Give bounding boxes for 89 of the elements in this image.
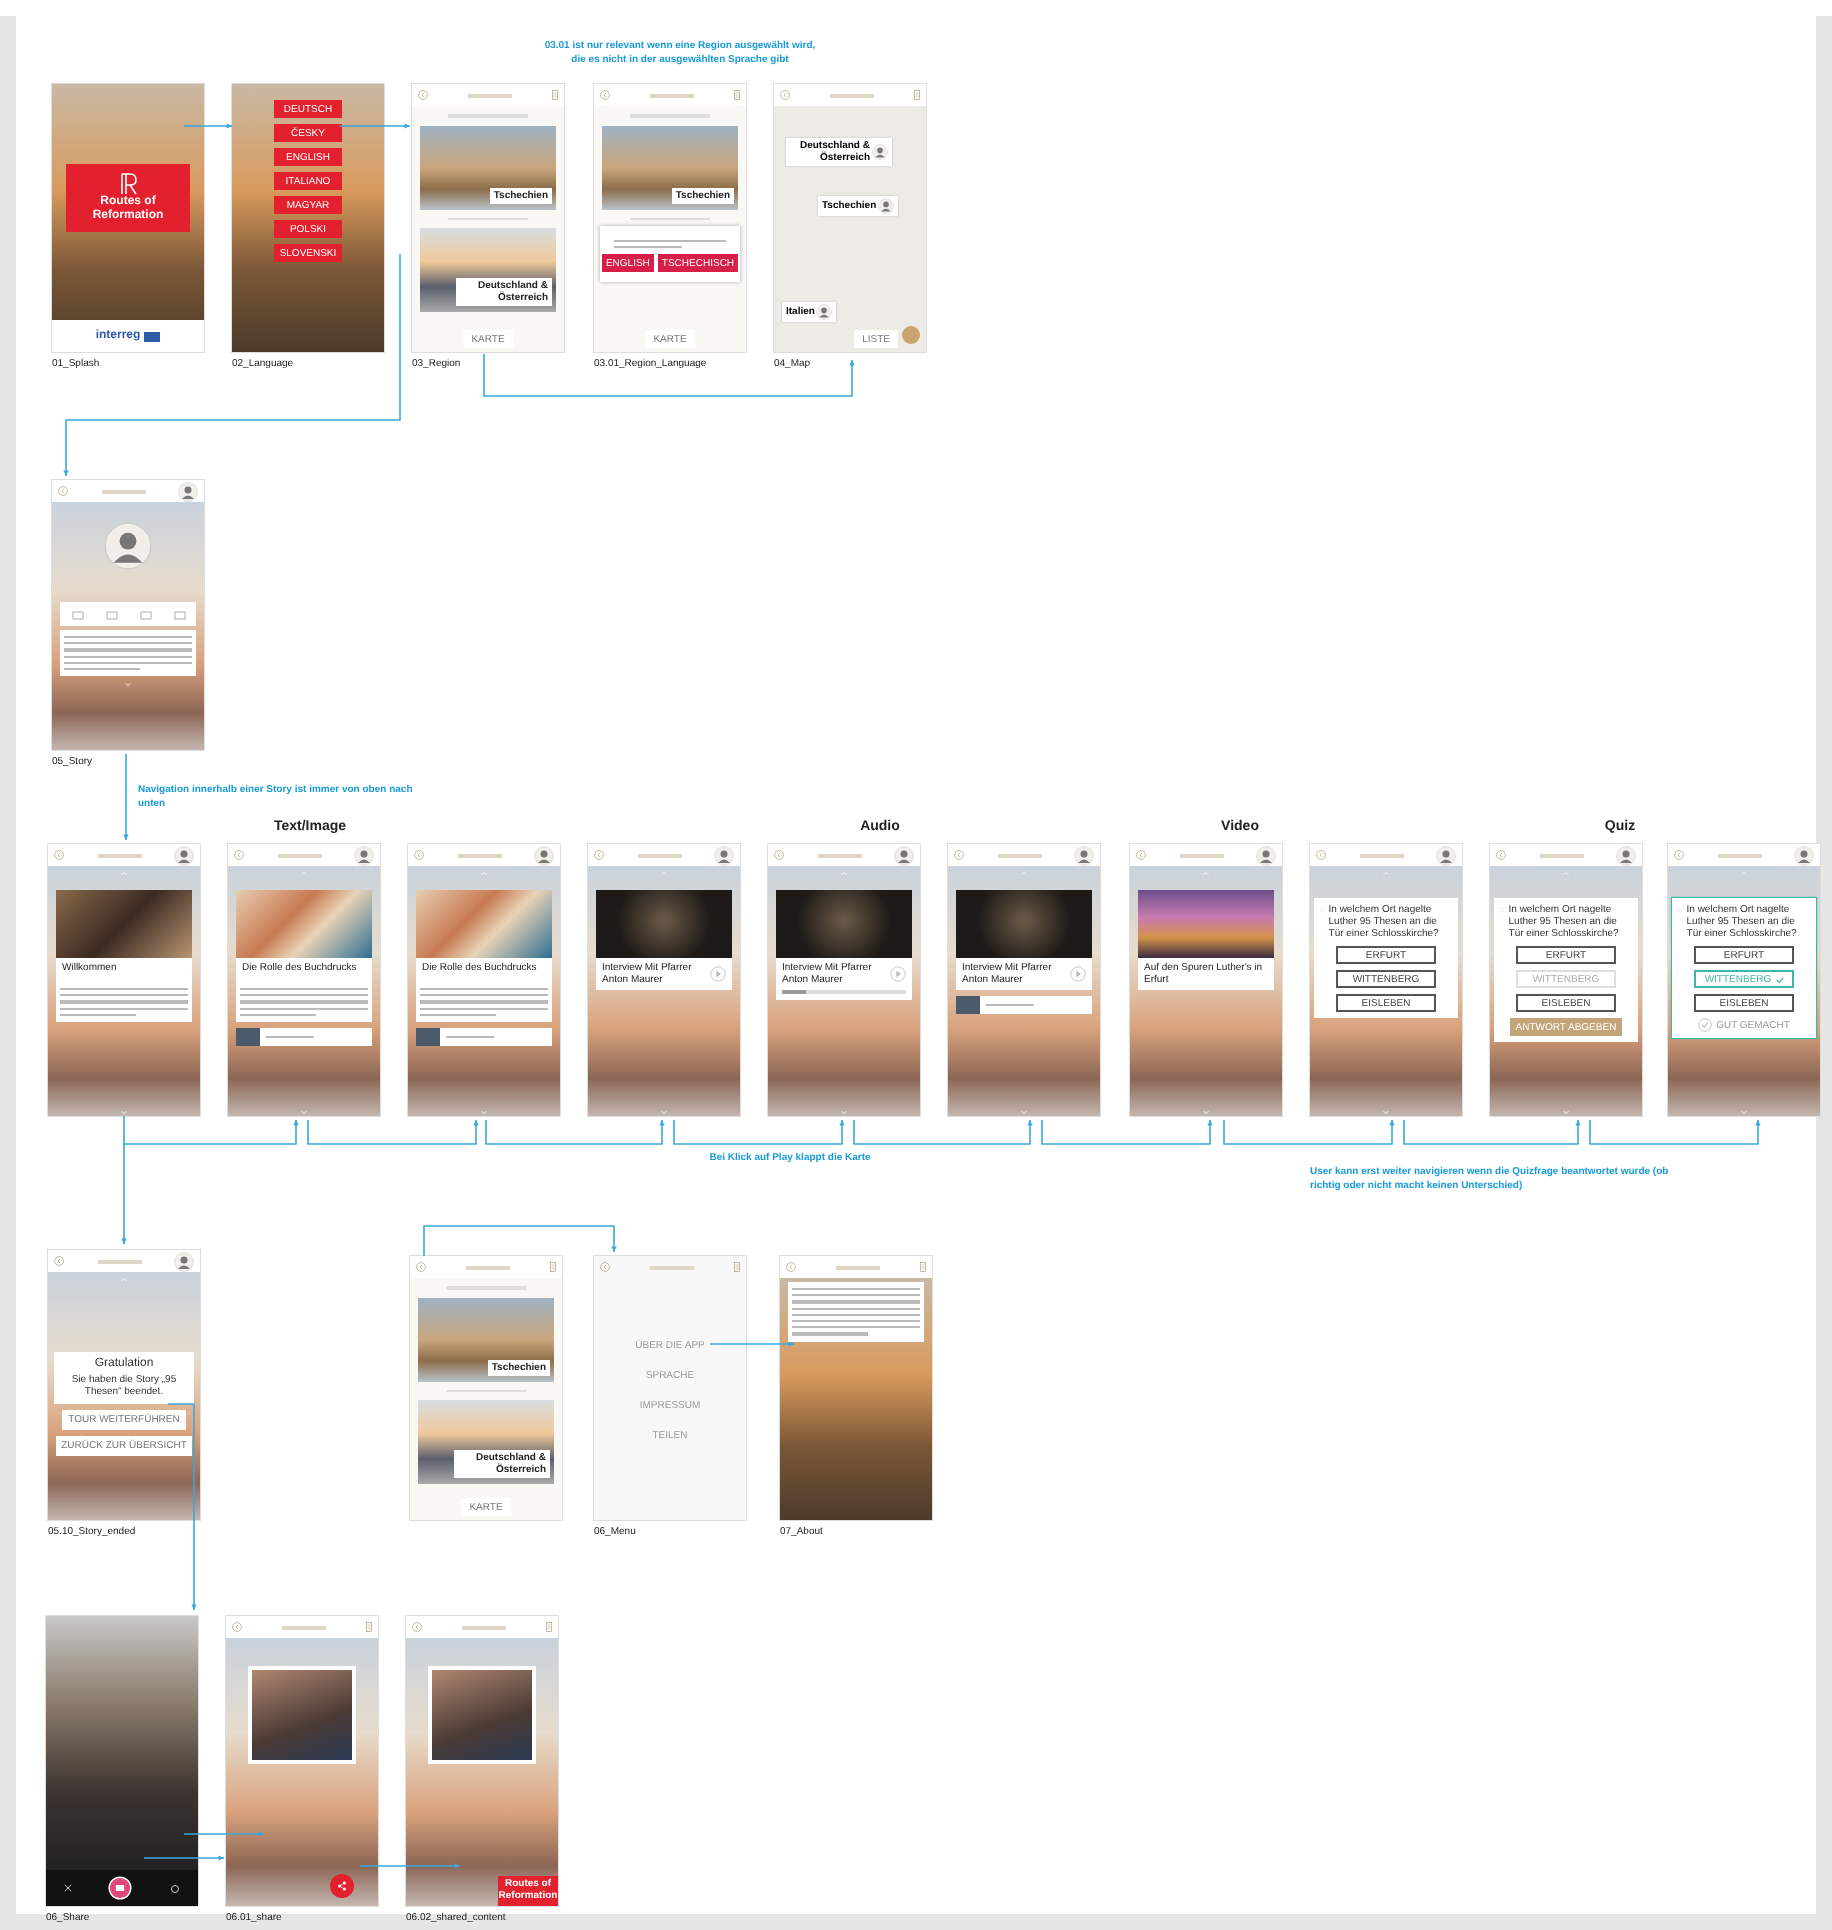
chevron-icon[interactable] (480, 1108, 488, 1116)
tab-icon[interactable] (105, 609, 117, 619)
avatar-icon[interactable] (1794, 845, 1814, 865)
monogram-icon (118, 172, 138, 196)
tab-icon[interactable] (173, 609, 185, 619)
tab-icon[interactable] (139, 609, 151, 619)
back-icon[interactable] (786, 1262, 796, 1272)
back-icon[interactable] (600, 90, 610, 100)
play-icon[interactable] (1070, 966, 1086, 982)
location-button[interactable] (902, 326, 920, 344)
flow-arrow (140, 1854, 228, 1862)
photo-placeholder (776, 890, 912, 958)
avatar-icon[interactable] (714, 845, 734, 865)
back-icon[interactable] (418, 90, 428, 100)
photo-placeholder (56, 890, 192, 958)
back-icon[interactable] (416, 1262, 426, 1272)
back-icon[interactable] (780, 90, 790, 100)
chevron-icon[interactable] (120, 1108, 128, 1116)
avatar-icon[interactable] (354, 845, 374, 865)
text-placeholder (788, 1282, 924, 1341)
photo-placeholder (956, 890, 1092, 958)
avatar-icon[interactable] (816, 304, 833, 320)
photo-placeholder (428, 1666, 536, 1764)
back-icon[interactable] (414, 850, 424, 860)
back-icon[interactable] (1316, 850, 1326, 860)
back-icon[interactable] (54, 1256, 64, 1266)
check-icon (1775, 975, 1784, 983)
back-icon[interactable] (954, 850, 964, 860)
menu-icon[interactable] (552, 90, 558, 100)
tab-icon[interactable] (71, 609, 83, 619)
flow-arrow (180, 122, 236, 130)
avatar-icon[interactable] (872, 144, 888, 160)
back-icon[interactable] (1136, 850, 1146, 860)
share-icon (336, 1880, 348, 1892)
chevron-icon[interactable] (1020, 1108, 1028, 1116)
menu-icon[interactable] (920, 1262, 926, 1272)
flag-icon (144, 331, 161, 341)
chevron-icon[interactable] (1382, 1108, 1390, 1116)
avatar-icon[interactable] (174, 1251, 194, 1271)
share-button[interactable] (330, 1874, 354, 1898)
photo-placeholder (1138, 890, 1274, 958)
play-icon[interactable] (890, 966, 906, 982)
chevron-icon[interactable] (1740, 1108, 1748, 1116)
avatar-icon[interactable] (174, 845, 194, 865)
flow-arrow (706, 1340, 798, 1348)
flow-arrow (336, 122, 414, 130)
chevron-icon[interactable] (1562, 1108, 1570, 1116)
menu-icon[interactable] (366, 1622, 372, 1632)
avatar-icon[interactable] (534, 845, 554, 865)
back-icon[interactable] (234, 850, 244, 860)
close-icon[interactable] (64, 1884, 73, 1892)
text-placeholder (60, 630, 196, 677)
back-icon[interactable] (774, 850, 784, 860)
avatar-icon[interactable] (178, 481, 198, 501)
chevron-icon[interactable] (840, 1108, 848, 1116)
back-icon[interactable] (1674, 850, 1684, 860)
avatar-icon[interactable] (1436, 845, 1456, 865)
avatar-icon[interactable] (1616, 845, 1636, 865)
back-icon[interactable] (594, 850, 604, 860)
menu-icon[interactable] (734, 1262, 740, 1272)
photo-placeholder (248, 1666, 356, 1764)
switch-camera-icon[interactable] (169, 1883, 180, 1893)
shutter-icon[interactable] (108, 1876, 133, 1900)
back-icon[interactable] (600, 1262, 610, 1272)
flow-arrow (356, 1862, 464, 1870)
back-icon[interactable] (232, 1622, 242, 1632)
photo-placeholder (596, 890, 732, 958)
avatar-icon[interactable] (894, 845, 914, 865)
back-icon[interactable] (58, 486, 68, 496)
avatar-icon[interactable] (1256, 845, 1276, 865)
chevron-icon[interactable] (660, 1108, 668, 1116)
back-icon[interactable] (412, 1622, 422, 1632)
photo-placeholder (236, 890, 372, 958)
chevron-icon[interactable] (1202, 1108, 1210, 1116)
menu-icon[interactable] (546, 1622, 552, 1632)
photo-placeholder (416, 890, 552, 958)
flow-arrow (122, 750, 130, 844)
back-icon[interactable] (54, 850, 64, 860)
menu-icon[interactable] (734, 90, 740, 100)
play-icon[interactable] (710, 966, 726, 982)
menu-icon[interactable] (914, 90, 920, 100)
flow-arrow (180, 1830, 268, 1838)
check-icon (1698, 1018, 1713, 1032)
back-icon[interactable] (1496, 850, 1506, 860)
chevron-icon[interactable] (300, 1108, 308, 1116)
avatar-icon[interactable] (878, 198, 895, 214)
menu-icon[interactable] (550, 1262, 556, 1272)
avatar-icon[interactable] (1074, 845, 1094, 865)
avatar-icon[interactable] (104, 522, 152, 570)
